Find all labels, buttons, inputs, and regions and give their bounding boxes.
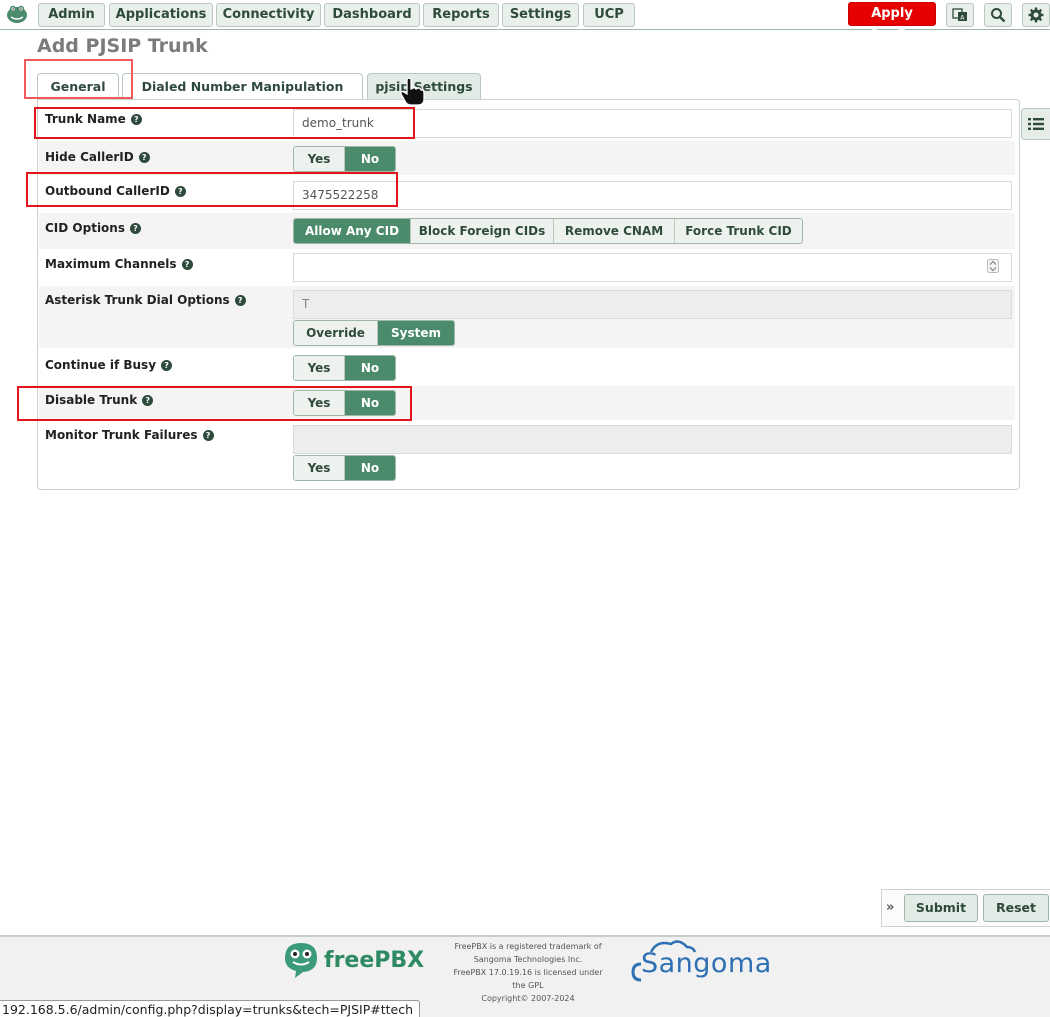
nav-ucp[interactable]: UCP xyxy=(583,3,635,27)
top-nav-bar: Admin Applications Connectivity Dashboar… xyxy=(0,0,1050,43)
search-icon[interactable] xyxy=(984,3,1012,27)
dial-options-label: Asterisk Trunk Dial Options? xyxy=(45,293,246,307)
continue-if-busy-row: Continue if Busy? xyxy=(39,349,1015,385)
nav-applications[interactable]: Applications xyxy=(109,3,213,27)
outbound-callerid-label: Outbound CallerID? xyxy=(45,184,186,198)
freepbx-logo[interactable]: freePBX xyxy=(282,941,424,979)
cid-options-toggle: Allow Any CID Block Foreign CIDs Remove … xyxy=(293,218,803,244)
help-icon[interactable]: ? xyxy=(174,186,186,197)
trunk-name-label: Trunk Name? xyxy=(45,112,142,126)
freepbx-logo-text: freePBX xyxy=(324,947,425,973)
nav-admin[interactable]: Admin xyxy=(38,3,105,27)
continue-if-busy-no[interactable]: No xyxy=(345,356,395,380)
disable-trunk-no[interactable]: No xyxy=(345,391,395,415)
hand-cursor-icon xyxy=(400,77,425,106)
footer-fine-print: FreePBX is a registered trademark of San… xyxy=(453,942,603,1003)
dial-options-system[interactable]: System xyxy=(378,321,454,345)
hide-callerid-yes[interactable]: Yes xyxy=(294,147,345,171)
help-icon[interactable]: ? xyxy=(202,430,214,441)
help-icon[interactable]: ? xyxy=(138,152,150,163)
help-icon[interactable]: ? xyxy=(130,114,142,125)
outbound-callerid-input[interactable]: 3475522258 xyxy=(293,181,1012,210)
trunk-name-input[interactable]: demo_trunk xyxy=(293,109,1012,138)
language-icon[interactable]: A xyxy=(946,3,974,27)
number-spinner-icon[interactable] xyxy=(987,259,999,273)
nav-reports[interactable]: Reports xyxy=(423,3,499,27)
cid-options-label: CID Options? xyxy=(45,221,141,235)
help-icon[interactable]: ? xyxy=(142,395,154,406)
maximum-channels-label: Maximum Channels? xyxy=(45,257,193,271)
tab-general[interactable]: General xyxy=(37,73,119,101)
continue-if-busy-yes[interactable]: Yes xyxy=(294,356,345,380)
sangoma-logo[interactable]: Sangoma xyxy=(629,938,789,988)
maximum-channels-input[interactable] xyxy=(293,253,1012,282)
cid-block-foreign-cids[interactable]: Block Foreign CIDs xyxy=(411,219,554,243)
disable-trunk-yes[interactable]: Yes xyxy=(294,391,345,415)
monitor-trunk-failures-toggle: Yes No xyxy=(293,455,396,481)
help-icon[interactable]: ? xyxy=(129,223,141,234)
hide-callerid-row: Hide CallerID? xyxy=(39,141,1015,175)
freepbx-frog-icon[interactable] xyxy=(6,3,28,25)
hide-callerid-no[interactable]: No xyxy=(345,147,395,171)
list-toggle-icon[interactable] xyxy=(1021,108,1050,140)
dial-options-toggle: Override System xyxy=(293,320,455,346)
submit-button[interactable]: Submit xyxy=(904,894,978,922)
disable-trunk-row: Disable Trunk? xyxy=(39,386,1015,420)
cid-force-trunk-cid[interactable]: Force Trunk CID xyxy=(675,219,802,243)
sangoma-logo-text: Sangoma xyxy=(641,948,772,979)
dial-options-input[interactable]: T xyxy=(293,290,1012,319)
nav-dashboard[interactable]: Dashboard xyxy=(324,3,420,27)
dial-options-override[interactable]: Override xyxy=(294,321,378,345)
nav-settings[interactable]: Settings xyxy=(502,3,579,27)
help-icon[interactable]: ? xyxy=(181,259,193,270)
disable-trunk-label: Disable Trunk? xyxy=(45,393,154,407)
monitor-trunk-failures-input[interactable] xyxy=(293,425,1012,454)
nav-connectivity[interactable]: Connectivity xyxy=(216,3,321,27)
continue-if-busy-label: Continue if Busy? xyxy=(45,358,173,372)
help-icon[interactable]: ? xyxy=(161,360,173,371)
hide-callerid-toggle: Yes No xyxy=(293,146,396,172)
page-title: Add PJSIP Trunk xyxy=(37,35,208,57)
help-icon[interactable]: ? xyxy=(234,295,246,306)
expand-actions-icon[interactable]: » xyxy=(886,900,894,915)
freepbx-logo-icon xyxy=(285,943,317,978)
hide-callerid-label: Hide CallerID? xyxy=(45,150,150,164)
monitor-trunk-failures-yes[interactable]: Yes xyxy=(294,456,345,480)
gear-icon[interactable] xyxy=(1022,3,1050,27)
monitor-trunk-failures-label: Monitor Trunk Failures? xyxy=(45,428,214,442)
continue-if-busy-toggle: Yes No xyxy=(293,355,396,381)
cid-allow-any-cid[interactable]: Allow Any CID xyxy=(294,219,411,243)
disable-trunk-toggle: Yes No xyxy=(293,390,396,416)
apply-config-button[interactable]: Apply Config xyxy=(848,2,936,43)
tab-dialed-number-manipulation-rules[interactable]: Dialed Number Manipulation Rules xyxy=(122,73,363,120)
reset-button[interactable]: Reset xyxy=(983,894,1049,922)
cid-remove-cnam[interactable]: Remove CNAM xyxy=(554,219,675,243)
monitor-trunk-failures-no[interactable]: No xyxy=(345,456,395,480)
status-bar-url: 192.168.5.6/admin/config.php?display=tru… xyxy=(0,1000,421,1017)
